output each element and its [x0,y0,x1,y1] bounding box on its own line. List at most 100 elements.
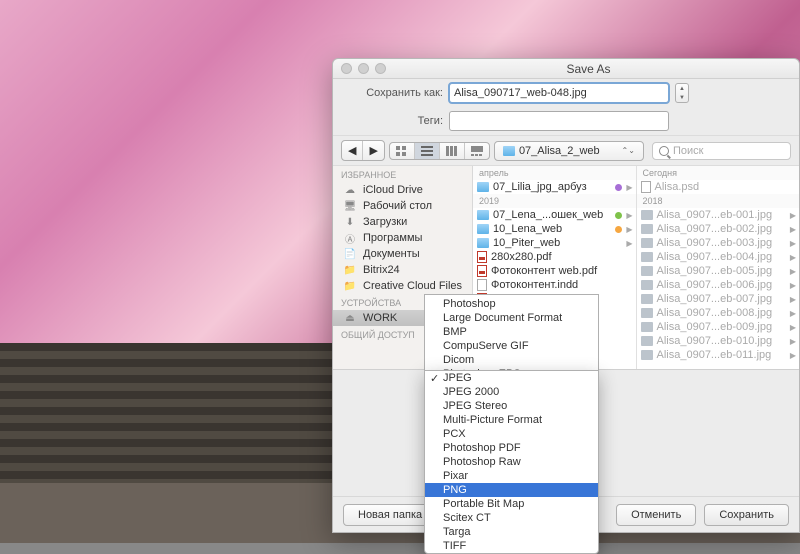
folder-icon [477,182,489,192]
sidebar-item-label: iCloud Drive [363,184,423,196]
format-option[interactable]: Portable Bit Map [425,497,598,511]
file-item[interactable]: Alisa.psd [637,180,800,194]
file-label: Alisa_0907...eb-010.jpg [657,335,773,347]
format-option[interactable]: JPEG [425,371,598,385]
chevron-right-icon: ▶ [626,225,632,234]
column-header: апрель [473,166,636,180]
sidebar-item[interactable]: ☁iCloud Drive [333,182,472,198]
zoom-icon[interactable] [375,63,386,74]
format-option[interactable]: Scitex CT [425,511,598,525]
file-item[interactable]: Alisa_0907...eb-010.jpg▶ [637,334,800,348]
forward-button[interactable]: ▶ [363,141,383,160]
file-item[interactable]: Alisa_0907...eb-011.jpg▶ [637,348,800,362]
format-option[interactable]: Pixar [425,469,598,483]
folder-icon [641,294,653,304]
view-icons-button[interactable] [390,143,415,159]
new-folder-button[interactable]: Новая папка [343,504,437,526]
sidebar-item[interactable]: 📄 Документы [333,246,472,262]
file-label: Alisa.psd [655,181,700,193]
chevron-right-icon: ▶ [790,309,796,318]
format-option[interactable]: Photoshop Raw [425,455,598,469]
docs-icon: 📄 [343,248,357,260]
sidebar-header-favorites: Избранное [333,166,472,182]
file-item[interactable]: Alisa_0907...eb-003.jpg▶ [637,236,800,250]
file-label: 07_Lilia_jpg_арбуз [493,181,587,193]
file-label: 280x280.pdf [491,251,552,263]
close-icon[interactable] [341,63,352,74]
view-gallery-button[interactable] [465,143,489,159]
tag-dot-icon [615,212,622,219]
column-header: Сегодня [637,166,800,180]
file-item[interactable]: Alisa_0907...eb-002.jpg ▶ [637,222,800,236]
collapse-toggle[interactable]: ▲▼ [675,83,689,103]
file-label: Alisa_0907...eb-008.jpg [657,307,773,319]
format-option[interactable]: Multi-Picture Format [425,413,598,427]
minimize-icon[interactable] [358,63,369,74]
file-label: 10_Lena_web [493,223,562,235]
file-item[interactable]: Alisa_0907...eb-006.jpg▶ [637,278,800,292]
chevron-right-icon: ▶ [626,183,632,192]
file-item[interactable]: Фотоконтент.indd [473,278,636,292]
file-item[interactable]: 10_Piter_web▶ [473,236,636,250]
folder-icon [641,280,653,290]
file-item[interactable]: Alisa_0907...eb-008.jpg ▶ [637,306,800,320]
sidebar-item[interactable]: 🖥Рабочий стол [333,198,472,214]
format-option[interactable]: Dicom [425,353,598,367]
folder-icon [641,266,653,276]
file-item[interactable]: Alisa_0907...eb-001.jpg▶ [637,208,800,222]
sidebar-item-label: Документы [363,248,420,260]
file-label: 10_Piter_web [493,237,560,249]
file-item[interactable]: Alisa_0907...eb-007.jpg▶ [637,292,800,306]
format-option[interactable]: JPEG 2000 [425,385,598,399]
file-label: Alisa_0907...eb-006.jpg [657,279,773,291]
format-option[interactable]: CompuServe GIF [425,339,598,353]
file-item[interactable]: 07_Lena_...ошек_web▶ [473,208,636,222]
column-header: 2019 [473,194,636,208]
folder-icon [641,336,653,346]
sidebar-item-label: WORK [363,312,397,324]
view-list-button[interactable] [415,143,440,159]
file-item[interactable]: 280x280.pdf [473,250,636,264]
path-dropdown[interactable]: 07_Alisa_2_web ⌃⌄ [494,141,644,161]
format-option[interactable]: Targa [425,525,598,539]
folder-icon: 📁 [343,280,357,292]
format-option[interactable]: PCX [425,427,598,441]
file-item[interactable]: Alisa_0907...eb-009.jpg▶ [637,320,800,334]
sidebar-item[interactable]: ⒶПрограммы [333,230,472,246]
file-item[interactable]: Фотоконтент web.pdf [473,264,636,278]
folder-icon [477,238,489,248]
format-option[interactable]: Photoshop PDF [425,441,598,455]
format-option[interactable]: PNG [425,483,598,497]
search-input[interactable]: Поиск [652,142,791,160]
filename-input[interactable] [449,83,669,103]
format-option[interactable]: Photoshop [425,297,598,311]
sidebar-item[interactable]: 📁Bitrix24 [333,262,472,278]
file-item[interactable]: 07_Lilia_jpg_арбуз ▶ [473,180,636,194]
pdf-icon [477,251,487,263]
view-columns-button[interactable] [440,143,465,159]
folder-icon [641,322,653,332]
back-button[interactable]: ◀ [342,141,363,160]
file-label: Alisa_0907...eb-003.jpg [657,237,773,249]
file-label: Alisa_0907...eb-002.jpg [657,223,773,235]
cancel-button[interactable]: Отменить [616,504,696,526]
format-option[interactable]: BMP [425,325,598,339]
sidebar-item[interactable]: 📁Creative Cloud Files [333,278,472,294]
file-item[interactable]: 10_Lena_web ▶ [473,222,636,236]
format-option[interactable]: Large Document Format [425,311,598,325]
save-button[interactable]: Сохранить [704,504,789,526]
sidebar-item[interactable]: ⬇Загрузки [333,214,472,230]
chevron-right-icon: ▶ [790,211,796,220]
tags-input[interactable] [449,111,669,131]
file-item[interactable]: Alisa_0907...eb-004.jpg▶ [637,250,800,264]
format-option[interactable]: TIFF [425,539,598,553]
path-label: 07_Alisa_2_web [519,145,600,157]
format-dropdown[interactable]: JPEGJPEG 2000JPEG StereoMulti-Picture Fo… [424,370,599,554]
dialog-title: Save As [386,62,791,76]
sidebar-item-label: Программы [363,232,422,244]
format-option[interactable]: JPEG Stereo [425,399,598,413]
folder-icon [641,238,653,248]
file-item[interactable]: Alisa_0907...eb-005.jpg▶ [637,264,800,278]
chevron-right-icon: ▶ [790,225,796,234]
folder-icon [477,224,489,234]
